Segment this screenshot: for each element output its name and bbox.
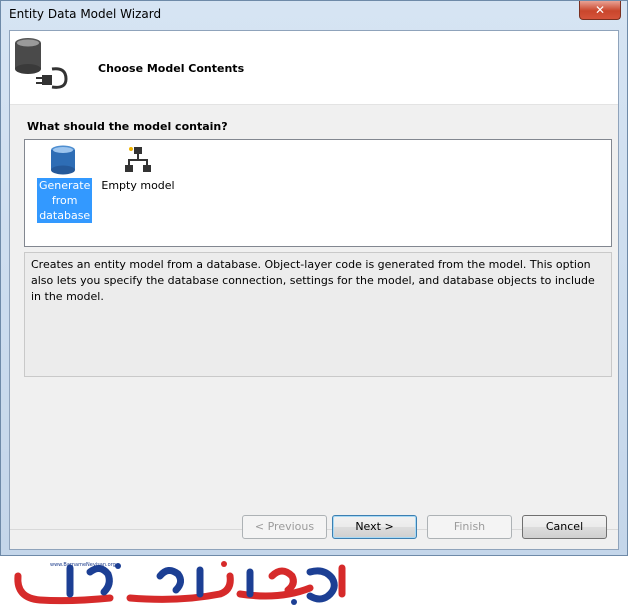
window-title: Entity Data Model Wizard bbox=[9, 7, 162, 21]
previous-button[interactable]: < Previous bbox=[242, 515, 327, 539]
cancel-button[interactable]: Cancel bbox=[522, 515, 607, 539]
option-label: Empty model bbox=[101, 179, 175, 192]
next-button[interactable]: Next > bbox=[332, 515, 417, 539]
wizard-window: Entity Data Model Wizard ✕ Choose Model … bbox=[0, 0, 628, 556]
close-button[interactable]: ✕ bbox=[579, 1, 621, 20]
option-empty-model[interactable]: Empty model bbox=[99, 144, 177, 193]
database-plug-icon bbox=[15, 38, 68, 89]
hierarchy-icon bbox=[125, 147, 151, 172]
title-bar[interactable]: Entity Data Model Wizard ✕ bbox=[1, 1, 627, 29]
watermark-url: www.BarnameNevisan.org bbox=[50, 562, 116, 568]
model-contents-list[interactable]: Generate from database Empty model bbox=[24, 139, 612, 247]
wizard-client-area: Choose Model Contents What should the mo… bbox=[9, 30, 619, 550]
site-watermark-logo: www.BarnameNevisan.org bbox=[14, 561, 346, 605]
wizard-header: Choose Model Contents bbox=[10, 31, 618, 105]
database-icon bbox=[51, 145, 75, 175]
section-heading: What should the model contain? bbox=[27, 120, 228, 133]
option-generate-from-database[interactable]: Generate from database bbox=[37, 144, 93, 223]
option-label: Generate from database bbox=[37, 178, 93, 223]
option-description: Creates an entity model from a database.… bbox=[24, 252, 612, 377]
finish-button[interactable]: Finish bbox=[427, 515, 512, 539]
page-title: Choose Model Contents bbox=[98, 62, 245, 75]
